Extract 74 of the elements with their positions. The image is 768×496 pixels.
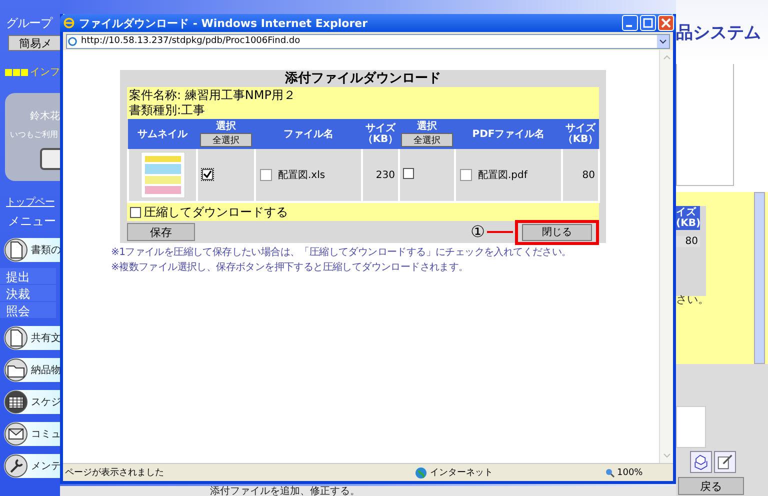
column-header: ファイル名 (255, 119, 362, 149)
menu-item[interactable]: 書類の (4, 238, 60, 262)
document-thumbnail (140, 152, 184, 198)
edit-icon (714, 451, 736, 473)
wrench-icon (4, 454, 28, 478)
close-button[interactable] (658, 15, 674, 31)
minimize-button[interactable] (622, 15, 638, 31)
calendar-icon (4, 390, 28, 414)
checkbox[interactable] (130, 206, 141, 218)
submenu-item[interactable]: 決裁 (0, 285, 56, 301)
select-all-button[interactable]: 全選択 (200, 133, 252, 147)
table-cell: 80 (562, 149, 599, 202)
menu-item[interactable]: 納品物 (4, 358, 60, 382)
status-message: ページが表示されました (65, 466, 165, 479)
column-header: サムネイル (128, 119, 197, 149)
column-header: サイズ （KB） (562, 119, 599, 149)
table-cell: 80 (676, 236, 700, 247)
footer-text: 添付ファイルを追加、修正する。 (60, 486, 676, 496)
top-page-link[interactable]: トップペー (6, 195, 60, 209)
document-type: 書類種別:工事 (129, 103, 206, 118)
column-header: 選択 (216, 121, 236, 132)
envelope-icon (4, 422, 28, 446)
scrollbar[interactable] (754, 192, 765, 364)
table-cell: 230 (362, 149, 399, 202)
column-header: イズ (KB) (676, 206, 700, 230)
document-icon (4, 326, 28, 350)
check-icon (203, 170, 212, 178)
panel-heading: 添付ファイルダウンロード (284, 70, 442, 87)
back-button[interactable]: 戻る (678, 477, 744, 495)
address-field[interactable]: http://10.58.13.237/stdpkg/pdb/Proc1006Find.do (66, 34, 670, 48)
submenu-item[interactable]: 照会 (0, 302, 56, 318)
menu-button[interactable]: 簡易メ (8, 35, 60, 51)
leader-line (487, 231, 513, 233)
checkbox[interactable] (202, 168, 213, 180)
info-heading: インフ (30, 66, 60, 79)
browser-icon (62, 16, 76, 30)
file-name[interactable]: 配置図.xls (278, 168, 326, 182)
document-icon (4, 238, 28, 262)
globe-icon (415, 466, 427, 478)
note-text: ※1ファイルを圧縮して保存したい場合は、「圧縮してダウンロードする」にチェックを入れてください。 (111, 246, 572, 260)
system-title: 品システム (676, 22, 761, 44)
scrollbar[interactable] (659, 50, 673, 463)
user-name: 鈴木花 (30, 110, 60, 123)
menu-item[interactable]: メンテ (4, 454, 60, 478)
checkbox[interactable] (403, 168, 414, 179)
zoom-icon (605, 468, 615, 478)
note-text: ※複数ファイル選択し、保存ボタンを押下すると圧縮してダウンロードされます。 (111, 260, 470, 275)
submenu-item[interactable]: 提出 (0, 268, 56, 284)
dropdown-icon (657, 34, 669, 48)
folder-icon (4, 358, 28, 382)
note-text: さい。 (676, 292, 710, 307)
menu-item[interactable]: コミュ (4, 422, 60, 446)
group-label: グループ (6, 15, 54, 32)
save-button[interactable]: 保存 (127, 223, 195, 241)
checkbox-label: 圧縮してダウンロードする (144, 204, 288, 220)
maximize-button[interactable] (640, 15, 656, 31)
window-title: ファイルダウンロード - Windows Internet Explorer (79, 16, 368, 30)
column-header: PDFファイル名 (455, 119, 562, 149)
file-icon (260, 169, 272, 181)
column-header: 選択 (417, 121, 437, 132)
menu-item[interactable]: スケジ (4, 390, 60, 414)
menu-item[interactable]: 共有文 (4, 326, 60, 350)
select-all-button[interactable]: 全選択 (401, 133, 453, 147)
greeting-text: いつもご利用 (10, 129, 58, 140)
callout-number: ① (470, 223, 485, 241)
column-header: サイズ （KB） (362, 119, 399, 149)
project-name: 案件名称: 練習用工事NMP用２ (129, 88, 296, 103)
zoom-control[interactable]: 100% (605, 468, 643, 478)
security-zone: インターネット (430, 467, 493, 479)
close-button[interactable]: 閉じる (522, 224, 592, 240)
menu-label: メニュー (8, 213, 57, 230)
browser-icon (67, 36, 78, 46)
file-name[interactable]: 配置図.pdf (478, 168, 528, 182)
file-icon (460, 169, 472, 181)
